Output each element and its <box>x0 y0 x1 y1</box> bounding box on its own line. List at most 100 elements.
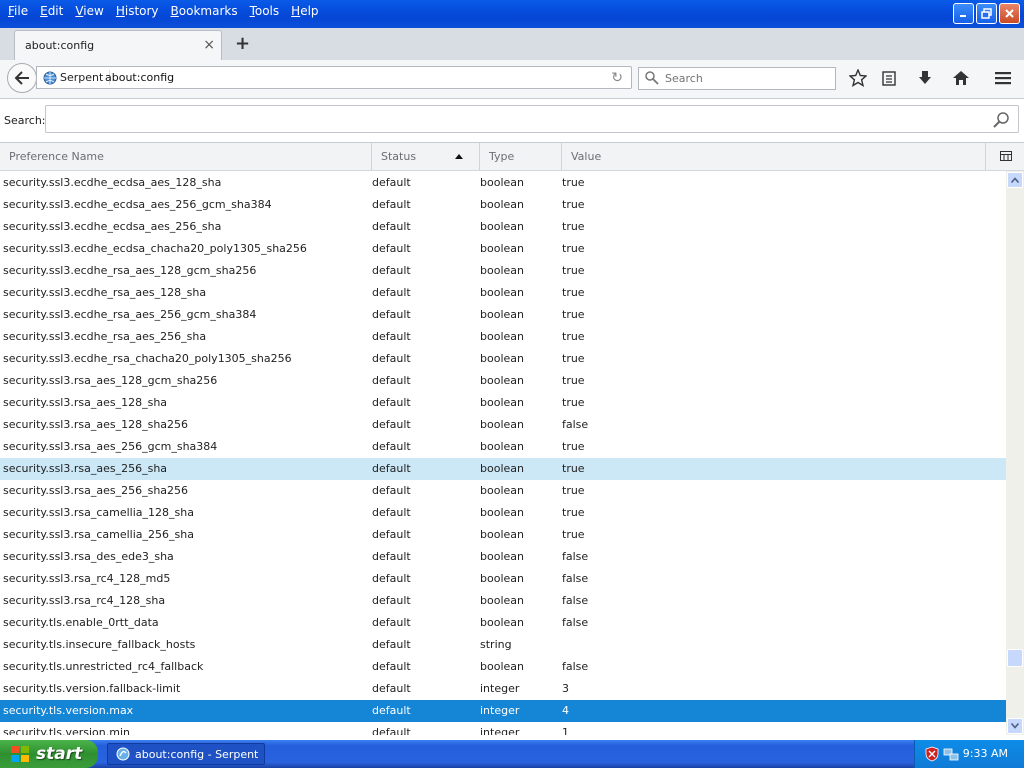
cell-status: default <box>372 682 411 695</box>
scroll-down-button[interactable] <box>1007 718 1023 734</box>
table-row[interactable]: security.ssl3.ecdhe_rsa_aes_128_gcm_sha2… <box>0 260 1006 282</box>
table-row[interactable]: security.tls.version.fallback-limit defau… <box>0 678 1006 700</box>
cell-type: boolean <box>480 396 524 409</box>
network-icon[interactable] <box>943 746 959 762</box>
site-identity[interactable]: Serpent <box>43 70 111 85</box>
cell-status: default <box>372 242 411 255</box>
home-icon <box>953 71 969 85</box>
cell-name: security.ssl3.ecdhe_ecdsa_aes_256_sha <box>3 220 222 233</box>
vertical-scrollbar[interactable] <box>1006 171 1024 735</box>
menu-history[interactable]: History <box>110 4 165 18</box>
minimize-icon <box>960 15 966 17</box>
table-row[interactable]: security.ssl3.rsa_aes_256_sha256 default b… <box>0 480 1006 502</box>
close-icon <box>1005 9 1014 18</box>
table-row[interactable]: security.ssl3.rsa_aes_128_sha256 default b… <box>0 414 1006 436</box>
table-row[interactable]: security.tls.enable_0rtt_data default bool… <box>0 612 1006 634</box>
table-row[interactable]: security.ssl3.ecdhe_ecdsa_chacha20_poly1… <box>0 238 1006 260</box>
back-arrow-icon <box>14 71 29 85</box>
cell-value: true <box>562 308 585 321</box>
scrollbar-thumb[interactable] <box>1007 649 1023 667</box>
menu-file[interactable]: File <box>2 4 34 18</box>
menu-view[interactable]: View <box>69 4 109 18</box>
table-row[interactable]: security.tls.version.max default integer 4 <box>0 700 1006 722</box>
table-row[interactable]: security.ssl3.rsa_camellia_256_sha defaul… <box>0 524 1006 546</box>
start-button[interactable]: start <box>0 740 98 768</box>
reload-icon[interactable]: ↻ <box>611 70 623 86</box>
table-row[interactable]: security.ssl3.rsa_camellia_128_sha defaul… <box>0 502 1006 524</box>
bookmark-star-button[interactable] <box>848 68 868 88</box>
scroll-up-button[interactable] <box>1007 172 1023 188</box>
table-row[interactable]: security.ssl3.rsa_aes_128_gcm_sha256 defa… <box>0 370 1006 392</box>
web-search-input[interactable] <box>663 71 827 86</box>
cell-name: security.ssl3.ecdhe_rsa_chacha20_poly130… <box>3 352 292 365</box>
downloads-button[interactable] <box>915 68 935 88</box>
minimize-button[interactable] <box>953 3 974 24</box>
table-row[interactable]: security.ssl3.ecdhe_ecdsa_aes_256_sha def… <box>0 216 1006 238</box>
hamburger-icon <box>995 72 1011 85</box>
tab-about-config[interactable]: about:config × <box>14 30 222 60</box>
home-button[interactable] <box>951 68 971 88</box>
cell-value: true <box>562 286 585 299</box>
menu-edit[interactable]: Edit <box>34 4 69 18</box>
config-search-field[interactable] <box>45 105 1019 133</box>
column-header-status[interactable]: Status <box>372 143 480 170</box>
cell-status: default <box>372 572 411 585</box>
table-row[interactable]: security.ssl3.rsa_des_ede3_sha default boo… <box>0 546 1006 568</box>
table-row[interactable]: security.ssl3.ecdhe_ecdsa_aes_256_gcm_sh… <box>0 194 1006 216</box>
cell-status: default <box>372 308 411 321</box>
tab-strip: about:config × + <box>0 28 1024 60</box>
table-row[interactable]: security.ssl3.rsa_aes_128_sha default bool… <box>0 392 1006 414</box>
search-icon[interactable] <box>992 111 1010 129</box>
preferences-tree[interactable]: security.ssl3.ecdhe_ecdsa_aes_128_sha def… <box>0 171 1006 735</box>
cell-status: default <box>372 726 411 735</box>
tab-close-icon[interactable]: × <box>203 37 215 53</box>
menu-bookmarks[interactable]: Bookmarks <box>165 4 244 18</box>
cell-name: security.ssl3.rsa_aes_128_sha <box>3 396 168 409</box>
cell-status: default <box>372 594 411 607</box>
cell-name: security.ssl3.ecdhe_ecdsa_aes_256_gcm_sh… <box>3 198 272 211</box>
table-row[interactable]: security.ssl3.ecdhe_rsa_aes_256_sha defau… <box>0 326 1006 348</box>
menu-help[interactable]: Help <box>285 4 324 18</box>
bookmarks-list-button[interactable] <box>879 68 899 88</box>
url-bar[interactable]: Serpent about:config ↻ <box>36 66 632 89</box>
table-row[interactable]: security.ssl3.rsa_aes_256_gcm_sha384 defa… <box>0 436 1006 458</box>
table-row[interactable]: security.ssl3.rsa_aes_256_sha default bool… <box>0 458 1006 480</box>
table-row[interactable]: security.ssl3.ecdhe_rsa_aes_256_gcm_sha3… <box>0 304 1006 326</box>
menu-tools[interactable]: Tools <box>244 4 286 18</box>
shield-icon[interactable] <box>925 746 939 762</box>
cell-name: security.ssl3.rsa_des_ede3_sha <box>3 550 174 563</box>
table-row[interactable]: security.tls.version.min default integer 1 <box>0 722 1006 735</box>
table-row[interactable]: security.ssl3.rsa_rc4_128_md5 default bool… <box>0 568 1006 590</box>
close-window-button[interactable] <box>999 3 1020 24</box>
menu-button[interactable] <box>993 68 1013 88</box>
cell-value: false <box>562 594 589 607</box>
cell-type: boolean <box>480 528 524 541</box>
table-row[interactable]: security.ssl3.ecdhe_rsa_chacha20_poly130… <box>0 348 1006 370</box>
restore-button[interactable] <box>976 3 997 24</box>
start-label: start <box>36 744 83 764</box>
restore-icon <box>981 8 992 19</box>
cell-value: true <box>562 176 585 189</box>
column-picker-icon[interactable] <box>1000 151 1012 161</box>
cell-value: 1 <box>562 726 569 735</box>
table-row[interactable]: security.ssl3.ecdhe_ecdsa_aes_128_sha def… <box>0 172 1006 194</box>
taskbar-item-label: about:config - Serpent <box>135 747 259 761</box>
serpent-app-icon <box>116 747 130 761</box>
cell-status: default <box>372 704 411 717</box>
table-row[interactable]: security.ssl3.ecdhe_rsa_aes_128_sha defau… <box>0 282 1006 304</box>
config-search-input[interactable] <box>52 106 976 132</box>
taskbar-item-serpent[interactable]: about:config - Serpent <box>107 743 265 765</box>
cell-name: security.ssl3.rsa_camellia_256_sha <box>3 528 194 541</box>
cell-status: default <box>372 484 411 497</box>
column-header-type[interactable]: Type <box>480 143 562 170</box>
url-text[interactable]: about:config <box>105 71 174 84</box>
column-header-value[interactable]: Value <box>562 143 986 170</box>
table-row[interactable]: security.tls.unrestricted_rc4_fallback de… <box>0 656 1006 678</box>
table-row[interactable]: security.tls.insecure_fallback_hosts defa… <box>0 634 1006 656</box>
table-row[interactable]: security.ssl3.rsa_rc4_128_sha default bool… <box>0 590 1006 612</box>
web-search-box[interactable] <box>638 67 836 90</box>
new-tab-icon[interactable]: + <box>235 33 250 54</box>
back-button[interactable] <box>7 63 37 93</box>
column-header-preference-name[interactable]: Preference Name <box>0 143 372 170</box>
cell-type: boolean <box>480 176 524 189</box>
